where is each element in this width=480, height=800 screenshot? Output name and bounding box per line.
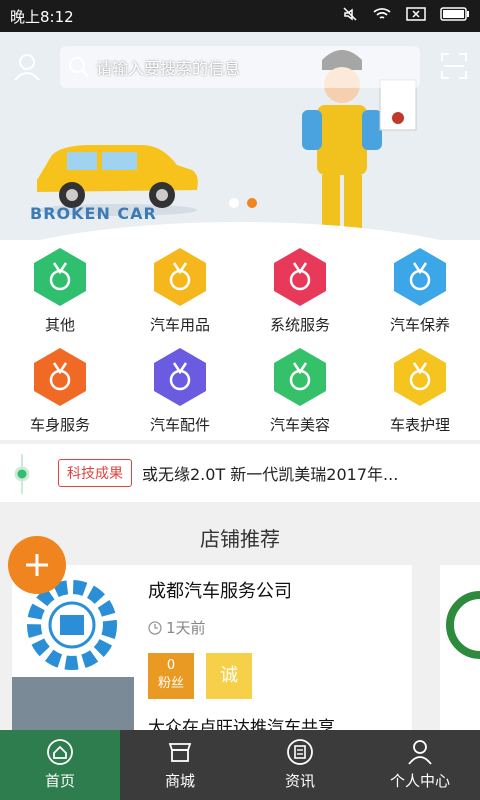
medal-icon (34, 248, 86, 306)
tab-label: 资讯 (284, 772, 315, 790)
category-item-system-service[interactable]: 系统服务 (240, 246, 360, 335)
category-item-surface-care[interactable]: 车表护理 (360, 346, 480, 435)
mute-icon (342, 6, 358, 26)
tab-store[interactable]: 商城 (120, 730, 240, 800)
category-grid: 其他 汽车用品 系统服务 汽车保养 车身服务 汽车配件 汽车美容 车表护理 (0, 240, 480, 440)
promo-banner[interactable]: 请输入要搜索的信息 BROKEN CAR (0, 32, 480, 247)
tab-label: 个人中心 (389, 772, 450, 790)
add-button[interactable] (8, 536, 66, 594)
section-title: 店铺推荐 (200, 527, 280, 551)
status-bar: 晚上8:12 (0, 0, 480, 32)
news-ticker[interactable]: 科技成果 或无缘2.0T 新一代凯美瑞2017年... (0, 444, 480, 502)
banner-caption: BROKEN CAR (30, 204, 157, 223)
category-item-parts[interactable]: 汽车配件 (120, 346, 240, 435)
medal-icon (394, 248, 446, 306)
integrity-badge: 诚 (206, 653, 252, 699)
clock-icon (148, 620, 162, 635)
shop-recommend-section: 店铺推荐 成都汽车服务公司 1天前 0 粉丝 诚 大众在卢旺达推汽车共享... (0, 503, 480, 738)
category-label: 系统服务 (269, 316, 330, 334)
search-placeholder: 请输入要搜索的信息 (96, 59, 241, 78)
shop-card-next[interactable] (440, 565, 480, 735)
bottom-tab-bar: 首页 商城 资讯 个人中心 (0, 730, 480, 800)
fans-badge: 0 粉丝 (148, 653, 194, 699)
category-label: 汽车用品 (149, 316, 210, 334)
status-time: 晚上8:12 (10, 7, 74, 26)
category-item-maintenance[interactable]: 汽车保养 (360, 246, 480, 335)
plus-icon (26, 554, 48, 576)
home-icon (47, 739, 73, 765)
banner-dot[interactable] (229, 198, 239, 208)
scan-icon[interactable] (440, 52, 468, 80)
shop-time: 1天前 (148, 617, 206, 638)
tab-news[interactable]: 资讯 (240, 730, 360, 800)
banner-dot-active[interactable] (247, 198, 257, 208)
search-bar[interactable]: 请输入要搜索的信息 (60, 46, 420, 88)
wifi-icon (372, 6, 392, 26)
news-icon (287, 739, 313, 765)
news-headline[interactable]: 或无缘2.0T 新一代凯美瑞2017年... (142, 461, 398, 485)
medal-icon (274, 248, 326, 306)
sim-icon (406, 7, 426, 25)
medal-icon (34, 348, 86, 406)
category-label: 其他 (44, 316, 75, 334)
news-tag: 科技成果 (58, 459, 132, 487)
user-icon (408, 740, 432, 765)
shop-photo (12, 677, 134, 737)
banner-pagination (229, 198, 257, 208)
category-label: 汽车保养 (389, 316, 450, 334)
timeline-dot-icon (14, 454, 30, 494)
category-item-car-supplies[interactable]: 汽车用品 (120, 246, 240, 335)
tab-label: 首页 (44, 772, 75, 790)
search-icon (69, 57, 89, 77)
category-item-other[interactable]: 其他 (0, 246, 120, 335)
shop-name[interactable]: 成都汽车服务公司 (148, 577, 292, 603)
category-item-beauty[interactable]: 汽车美容 (240, 346, 360, 435)
category-label: 车身服务 (29, 416, 90, 434)
category-label: 汽车配件 (149, 416, 210, 434)
medal-icon (154, 348, 206, 406)
medal-icon (274, 348, 326, 406)
tab-label: 商城 (164, 772, 195, 790)
fans-label: 粉丝 (157, 676, 184, 691)
tab-profile[interactable]: 个人中心 (360, 730, 480, 800)
battery-icon (440, 7, 470, 25)
medal-icon (154, 248, 206, 306)
user-profile-icon[interactable] (12, 52, 42, 82)
shop-time-text: 1天前 (166, 619, 206, 637)
tab-home[interactable]: 首页 (0, 730, 120, 800)
category-label: 车表护理 (389, 416, 450, 434)
fans-count: 0 (166, 658, 176, 673)
category-item-body-service[interactable]: 车身服务 (0, 346, 120, 435)
store-icon (168, 743, 192, 762)
shop-card[interactable]: 成都汽车服务公司 1天前 0 粉丝 诚 大众在卢旺达推汽车共享... (12, 565, 412, 738)
category-label: 汽车美容 (269, 416, 330, 434)
medal-icon (394, 348, 446, 406)
